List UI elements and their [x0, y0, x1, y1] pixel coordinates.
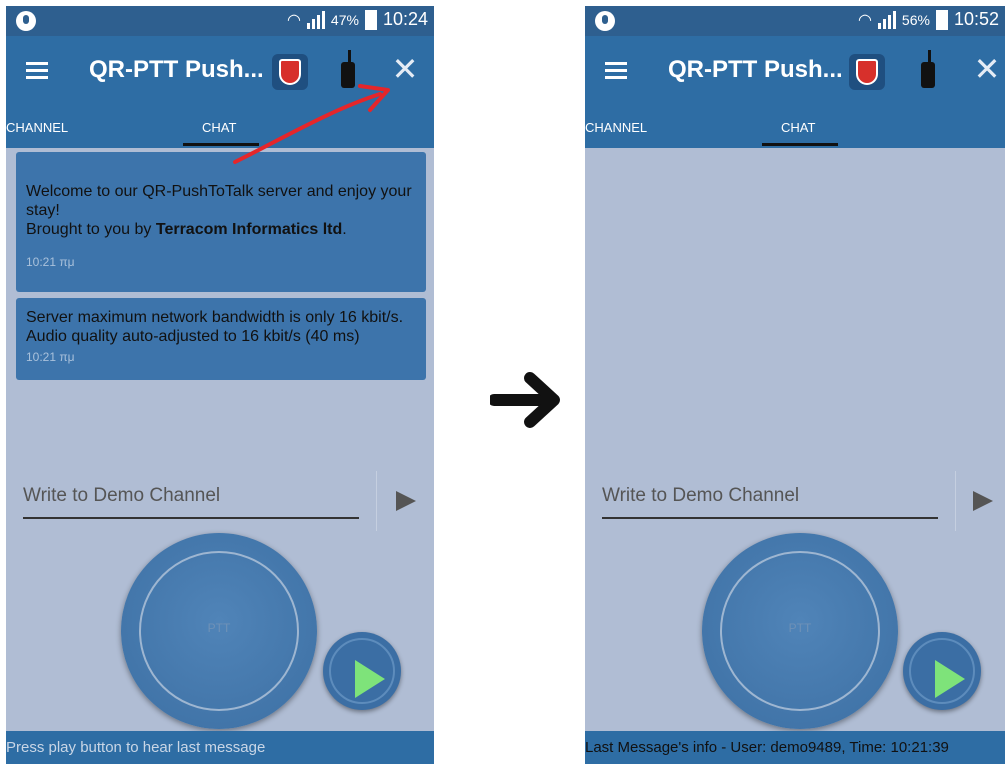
divider [376, 471, 377, 531]
app-title: QR-PTT Push... [668, 56, 843, 83]
bottom-info-text: Press play button to hear last message [6, 739, 266, 756]
play-ring [909, 638, 975, 704]
battery-percent: 56% [901, 11, 930, 28]
battery-icon [935, 9, 948, 30]
send-icon[interactable] [973, 491, 993, 511]
ptt-label: PTT [788, 621, 812, 635]
annotation-arrow-icon [233, 84, 390, 164]
divider [955, 471, 956, 531]
menu-icon[interactable] [26, 62, 48, 80]
play-icon [935, 660, 965, 698]
message-time: 10:21 πμ [26, 350, 75, 364]
ptt-button[interactable]: PTT [121, 533, 317, 729]
tab-bar: CHANNEL CHAT [585, 108, 1005, 148]
tab-channel[interactable]: CHANNEL [6, 120, 68, 135]
close-icon[interactable]: ✕ [972, 53, 1002, 85]
company-name: Terracom Informatics ltd [155, 221, 343, 238]
signal-icon [877, 10, 896, 29]
shield-logo-icon[interactable] [849, 54, 885, 90]
message-input[interactable]: Write to Demo Channel [23, 485, 359, 519]
message-text: Welcome to our QR-PushToTalk server and … [26, 183, 412, 219]
menu-icon[interactable] [605, 62, 627, 80]
notification-icon [16, 11, 36, 31]
bottom-info-bar: Last Message's info - User: demo9489, Ti… [585, 731, 1005, 764]
app-bar: QR-PTT Push... ✕ [585, 36, 1005, 108]
wifi-icon: ◠ [857, 11, 872, 29]
play-button[interactable] [903, 632, 981, 710]
walkie-talkie-icon[interactable] [919, 50, 935, 90]
send-icon[interactable] [396, 491, 416, 511]
composer: Write to Demo Channel [585, 471, 1005, 531]
bottom-info-text: Last Message's info - User: demo9489, Ti… [585, 739, 949, 756]
composer: Write to Demo Channel [6, 471, 434, 531]
battery-icon [364, 9, 377, 30]
tab-chat[interactable]: CHAT [781, 120, 815, 135]
active-tab-indicator [762, 143, 838, 146]
message-text: Server maximum network bandwidth is only… [26, 309, 404, 345]
message-input[interactable]: Write to Demo Channel [602, 485, 938, 519]
play-button[interactable] [323, 632, 401, 710]
message-time: 10:21 πμ [26, 255, 75, 269]
play-ring [329, 638, 395, 704]
bottom-info-bar: Press play button to hear last message [6, 731, 434, 764]
status-bar: ◠ 47% 10:24 [6, 6, 434, 36]
clock: 10:52 [953, 9, 999, 29]
chat-message: Server maximum network bandwidth is only… [16, 298, 426, 380]
ptt-button[interactable]: PTT [702, 533, 898, 729]
battery-percent: 47% [330, 11, 359, 28]
right-arrow-icon [490, 372, 560, 428]
ptt-label: PTT [207, 621, 231, 635]
tab-channel[interactable]: CHANNEL [585, 120, 647, 135]
clock: 10:24 [382, 9, 428, 29]
message-text-suffix: . [342, 221, 347, 238]
message-text-prefix: Brought to you by [26, 221, 156, 238]
play-icon [355, 660, 385, 698]
signal-icon [306, 10, 325, 29]
wifi-icon: ◠ [286, 11, 301, 29]
notification-icon [595, 11, 615, 31]
status-bar: ◠ 56% 10:52 [585, 6, 1005, 36]
chat-message: Welcome to our QR-PushToTalk server and … [16, 152, 426, 292]
screen-after: ◠ 56% 10:52 QR-PTT Push... ✕ CHANNEL CHA… [585, 6, 1005, 764]
